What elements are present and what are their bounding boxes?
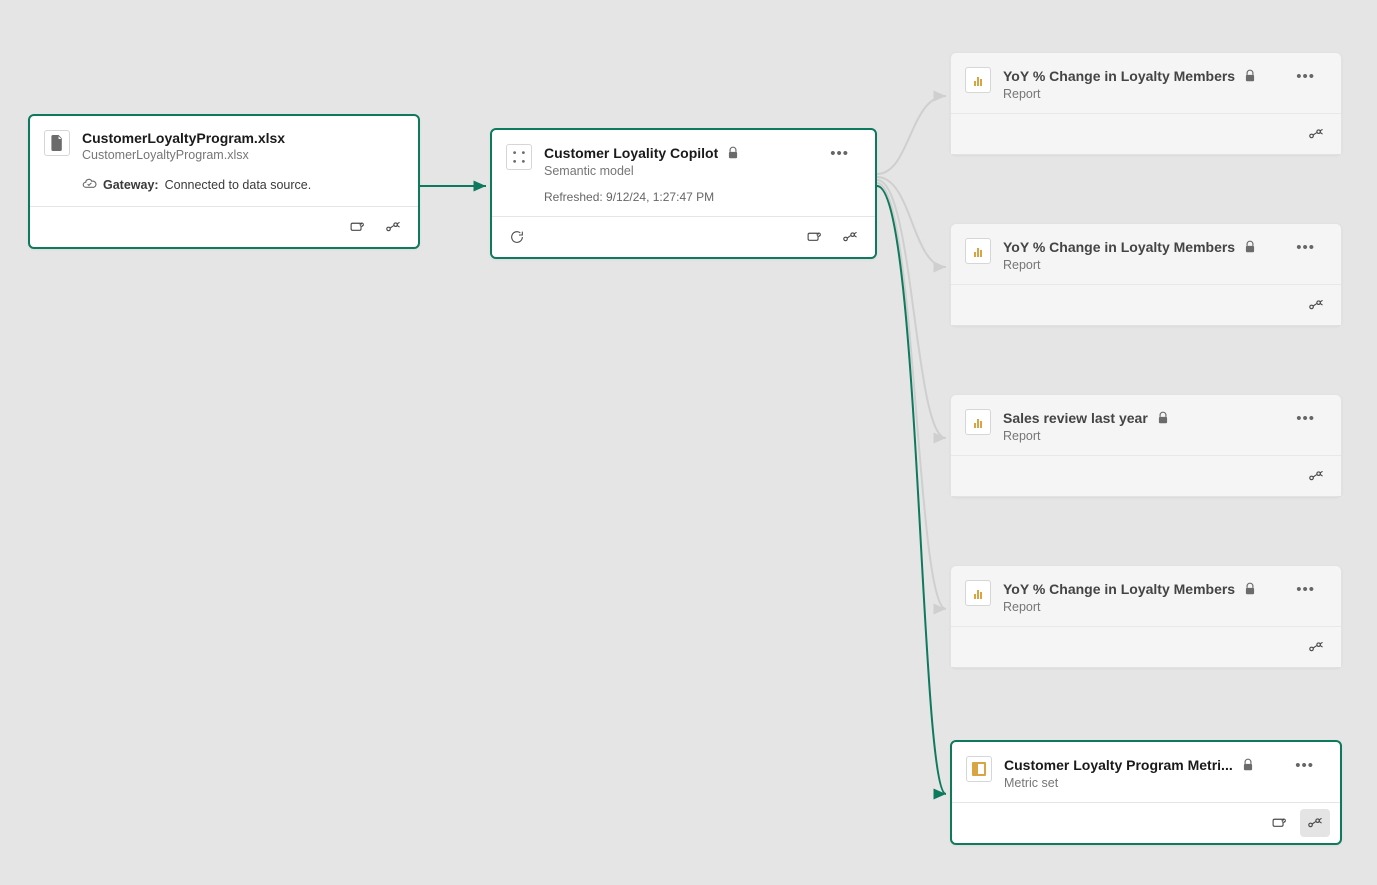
node-report[interactable]: YoY % Change in Loyalty Members Report •••	[950, 565, 1342, 668]
node-title: Customer Loyalty Program Metri...	[1004, 757, 1233, 773]
node-report[interactable]: YoY % Change in Loyalty Members Report •••	[950, 52, 1342, 155]
lock-icon	[1239, 756, 1257, 774]
show-lineage-icon[interactable]	[1301, 120, 1331, 148]
more-options-icon[interactable]: •••	[818, 146, 861, 161]
node-metric-set[interactable]: Customer Loyalty Program Metri... Metric …	[950, 740, 1342, 845]
cloud-check-icon	[82, 176, 97, 194]
more-options-icon[interactable]: •••	[1284, 69, 1327, 84]
node-title: YoY % Change in Loyalty Members	[1003, 68, 1235, 84]
node-subtitle: Report	[1003, 87, 1272, 101]
lock-icon	[1241, 238, 1259, 256]
metric-set-icon	[972, 762, 986, 776]
file-icon	[44, 130, 70, 156]
more-options-icon[interactable]: •••	[1283, 758, 1326, 773]
more-options-icon[interactable]: •••	[1284, 582, 1327, 597]
show-lineage-icon[interactable]	[1300, 809, 1330, 837]
show-lineage-icon[interactable]	[1301, 633, 1331, 661]
node-subtitle: Report	[1003, 258, 1272, 272]
node-subtitle: Semantic model	[544, 164, 806, 178]
node-title: Sales review last year	[1003, 410, 1148, 426]
lock-icon	[724, 144, 742, 162]
more-options-icon[interactable]: •••	[1284, 411, 1327, 426]
show-lineage-icon[interactable]	[835, 223, 865, 251]
show-lineage-icon[interactable]	[1301, 291, 1331, 319]
lock-icon	[1154, 409, 1172, 427]
lineage-canvas[interactable]: CustomerLoyaltyProgram.xlsx CustomerLoya…	[0, 0, 1377, 885]
refreshed-timestamp: Refreshed: 9/12/24, 1:27:47 PM	[544, 190, 806, 204]
node-source-file[interactable]: CustomerLoyaltyProgram.xlsx CustomerLoya…	[28, 114, 420, 249]
lock-icon	[1241, 580, 1259, 598]
node-subtitle: Report	[1003, 600, 1272, 614]
node-title: YoY % Change in Loyalty Members	[1003, 581, 1235, 597]
impact-analysis-icon[interactable]	[799, 223, 829, 251]
node-subtitle: Metric set	[1004, 776, 1271, 790]
show-lineage-icon[interactable]	[378, 213, 408, 241]
report-icon	[974, 75, 982, 86]
node-subtitle: Report	[1003, 429, 1272, 443]
node-title: CustomerLoyaltyProgram.xlsx	[82, 130, 285, 146]
show-lineage-icon[interactable]	[1301, 462, 1331, 490]
lock-icon	[1241, 67, 1259, 85]
impact-analysis-icon[interactable]	[1264, 809, 1294, 837]
node-semantic-model[interactable]: Customer Loyality Copilot Semantic model…	[490, 128, 877, 259]
impact-analysis-icon[interactable]	[342, 213, 372, 241]
gateway-status: Gateway: Connected to data source.	[82, 176, 404, 194]
report-icon	[974, 246, 982, 257]
node-subtitle: CustomerLoyaltyProgram.xlsx	[82, 148, 404, 162]
refresh-icon[interactable]	[502, 223, 532, 251]
node-report[interactable]: YoY % Change in Loyalty Members Report •••	[950, 223, 1342, 326]
report-icon	[974, 588, 982, 599]
report-icon	[974, 417, 982, 428]
more-options-icon[interactable]: •••	[1284, 240, 1327, 255]
semantic-model-icon	[506, 144, 532, 170]
node-report[interactable]: Sales review last year Report •••	[950, 394, 1342, 497]
node-title: YoY % Change in Loyalty Members	[1003, 239, 1235, 255]
node-title: Customer Loyality Copilot	[544, 145, 718, 161]
